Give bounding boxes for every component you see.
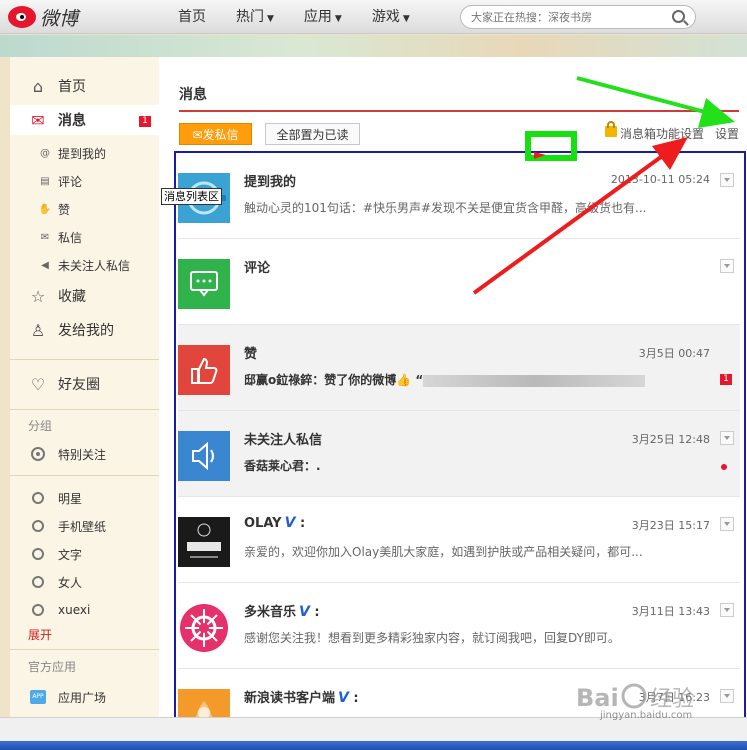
green-highlight-box (525, 131, 577, 161)
heart-circle-icon: ♡ (30, 374, 46, 394)
sidebar-item-friends-circle[interactable]: ♡ 好友圈 (10, 369, 159, 399)
sidebar-divider (10, 359, 159, 360)
expand-link[interactable]: 展开 (28, 626, 52, 643)
sidebar-item-messages[interactable]: ✉ 消息 1 (10, 105, 159, 135)
message-list-annotation-frame (174, 151, 746, 739)
lock-icon (605, 121, 617, 137)
main-nav: 首页 热门 ▼ 应用 ▼ 游戏 ▼ (178, 0, 440, 34)
theme-banner (0, 35, 747, 57)
message-box-settings-link[interactable]: 消息箱功能设置 (620, 125, 704, 142)
send-private-message-button[interactable]: ✉发私信 (179, 123, 252, 145)
sidebar-item-sent-to-me[interactable]: ♙ 发给我的 (10, 315, 159, 345)
unread-badge: 1 (139, 116, 151, 127)
left-sidebar: ⌂ 首页 ✉ 消息 1 @ 提到我的 ▤ 评论 ✋ 赞 ✉ 私信 ◀ 未关注人私… (10, 57, 159, 717)
search-input[interactable] (471, 6, 666, 28)
page-title: 消息 (179, 87, 207, 103)
weibo-eye-icon (8, 6, 36, 28)
sidebar-item-home[interactable]: ⌂ 首页 (10, 71, 159, 101)
caret-down-icon: ▼ (402, 14, 410, 24)
sidebar-item-comments[interactable]: ▤ 评论 (10, 169, 159, 193)
ring-icon (28, 572, 48, 592)
caret-down-icon: ▼ (334, 14, 342, 24)
search-icon[interactable] (672, 10, 685, 23)
sidebar-group-text[interactable]: 文字 (10, 539, 159, 569)
sidebar-item-special-follow[interactable]: 特别关注 (10, 439, 159, 469)
nav-home[interactable]: 首页 (178, 0, 206, 34)
sidebar-item-app-square[interactable]: APP 应用广场 (10, 682, 159, 712)
at-icon: @ (40, 147, 50, 159)
thumb-up-icon: ✋ (38, 203, 52, 215)
mark-all-read-button[interactable]: 全部置为已读 (265, 123, 360, 145)
watermark-url: jingyan.baidu.com (600, 710, 693, 721)
speaker-icon: ◀ (41, 259, 49, 271)
app-square-icon: APP (28, 687, 48, 707)
target-icon (28, 444, 48, 464)
group-heading: 分组 (28, 419, 53, 433)
sidebar-item-likes[interactable]: ✋ 赞 (10, 197, 159, 221)
baidu-watermark: Bai 经验 jingyan.baidu.com (576, 676, 708, 724)
sidebar-item-favorites[interactable]: ☆ 收藏 (10, 281, 159, 311)
sidebar-group-wallpaper[interactable]: 手机壁纸 (10, 511, 159, 541)
ring-icon (28, 488, 48, 508)
message-list-tooltip: 消息列表区 (161, 188, 222, 205)
official-apps-heading: 官方应用 (28, 660, 77, 674)
sidebar-item-stranger-messages[interactable]: ◀ 未关注人私信 (10, 253, 159, 277)
person-icon: ♙ (30, 320, 46, 340)
caret-down-icon: ▼ (267, 14, 274, 24)
sidebar-item-mentions[interactable]: @ 提到我的 (10, 141, 159, 165)
comment-icon: ▤ (40, 175, 50, 187)
svg-text:经验: 经验 (650, 687, 694, 712)
settings-link[interactable]: 设置 (715, 125, 739, 142)
home-icon: ⌂ (32, 76, 44, 96)
search-box (460, 5, 696, 29)
nav-hot[interactable]: 热门 ▼ (236, 0, 274, 34)
os-taskbar (0, 741, 747, 750)
ring-icon (28, 516, 48, 536)
nav-apps[interactable]: 应用 ▼ (304, 0, 342, 34)
star-icon: ☆ (30, 286, 46, 306)
sidebar-group-women[interactable]: 女人 (10, 567, 159, 597)
ring-icon (28, 600, 48, 620)
sidebar-divider (10, 409, 159, 410)
ring-icon (28, 544, 48, 564)
sidebar-divider (10, 649, 159, 650)
sidebar-group-star[interactable]: 明星 (10, 483, 159, 513)
weibo-logo[interactable]: 微博 (8, 4, 78, 30)
logo-text: 微博 (40, 7, 79, 30)
nav-games[interactable]: 游戏 ▼ (372, 0, 410, 34)
envelope-small-icon: ✉ (40, 231, 50, 243)
sidebar-group-xuexi[interactable]: xuexi (10, 595, 159, 625)
top-navbar: 微博 首页 热门 ▼ 应用 ▼ 游戏 ▼ (0, 0, 747, 34)
title-underline (179, 110, 739, 112)
sidebar-divider (10, 475, 159, 476)
envelope-icon: ✉ (31, 110, 45, 130)
sidebar-item-private-messages[interactable]: ✉ 私信 (10, 225, 159, 249)
svg-text:Bai: Bai (576, 684, 619, 712)
